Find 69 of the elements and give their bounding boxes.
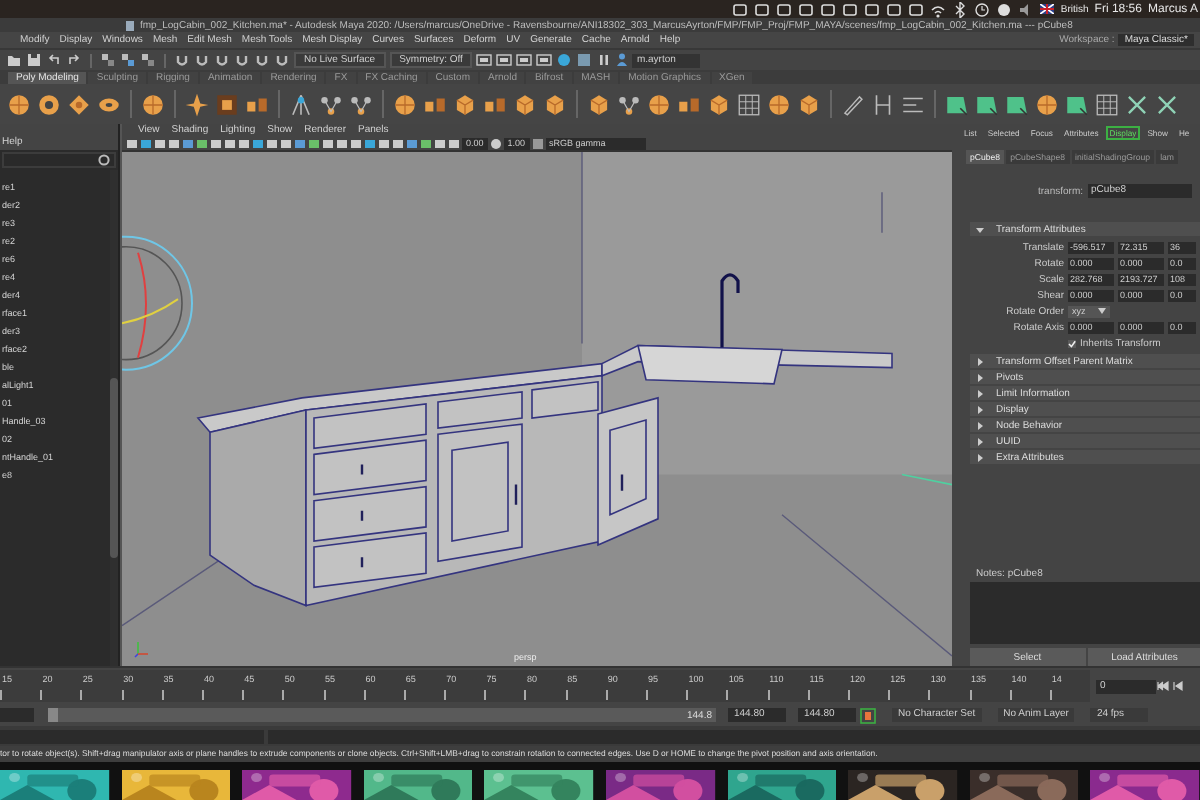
gear-icon [98, 154, 110, 166]
undo-icon[interactable] [46, 52, 62, 68]
sphere-icon[interactable] [556, 52, 573, 68]
sphere-icon[interactable] [140, 91, 166, 117]
axis-indicator-icon [134, 640, 150, 658]
wifi-icon [930, 1, 947, 17]
file-icon [124, 19, 136, 31]
app-status-icon [754, 1, 771, 17]
pencil-icon[interactable] [840, 91, 866, 117]
save-icon[interactable] [26, 52, 42, 68]
shape-icon[interactable] [974, 91, 1000, 117]
bluetooth-icon [952, 1, 969, 17]
sphere-icon[interactable] [1034, 91, 1060, 117]
cube-icon[interactable] [796, 91, 822, 117]
cube-icon[interactable] [706, 91, 732, 117]
shape-icon[interactable] [1064, 91, 1090, 117]
command-field[interactable] [0, 729, 264, 743]
camera-icon[interactable] [224, 137, 236, 149]
scrollbar[interactable] [110, 170, 118, 666]
key-icon[interactable] [860, 707, 876, 723]
gamma-icon[interactable] [489, 137, 502, 149]
checkbox[interactable] [1068, 339, 1076, 347]
sphere-icon[interactable] [6, 91, 32, 117]
person-icon [616, 52, 629, 68]
app-status-icon [886, 1, 903, 17]
star-icon[interactable] [184, 91, 210, 117]
shape-icon[interactable] [1004, 91, 1030, 117]
step-back-icon[interactable] [1170, 680, 1184, 692]
color-space-icon[interactable] [531, 137, 544, 149]
caret-icon [1097, 308, 1106, 314]
nodes-icon[interactable] [616, 91, 642, 117]
grid-icon[interactable] [1094, 91, 1120, 117]
check-icon [1068, 339, 1076, 347]
render-settings-icon[interactable] [576, 52, 593, 68]
redo-icon[interactable] [66, 52, 82, 68]
sphere-icon[interactable] [392, 91, 418, 117]
cube-icon[interactable] [542, 91, 568, 117]
grid-icon[interactable] [736, 91, 762, 117]
cube-icon[interactable] [512, 91, 538, 117]
nodes-icon[interactable] [318, 91, 344, 117]
square-status-icon [820, 1, 837, 17]
circle-icon [996, 1, 1013, 17]
block-icon[interactable] [214, 91, 240, 117]
app-status-icon [842, 1, 859, 17]
search-field[interactable] [2, 152, 116, 168]
clock-icon [974, 1, 991, 17]
cube-icon[interactable] [452, 91, 478, 117]
cross-icon[interactable] [1124, 91, 1150, 117]
square-status-icon [908, 1, 925, 17]
flag-icon [1040, 4, 1055, 14]
square-status-icon [864, 1, 881, 17]
cross-icon[interactable] [1154, 91, 1180, 117]
square-status-icon [776, 1, 793, 17]
cube-icon[interactable] [586, 91, 612, 117]
nodes-icon[interactable] [348, 91, 374, 117]
notes-field[interactable] [970, 582, 1200, 644]
command-result-field[interactable] [268, 729, 1200, 743]
shape-icon[interactable] [944, 91, 970, 117]
skip-back-icon[interactable] [1156, 680, 1170, 692]
app-status-icon [798, 1, 815, 17]
torus-icon[interactable] [36, 91, 62, 117]
sphere-icon[interactable] [646, 91, 672, 117]
expanded-arrow-icon [976, 225, 984, 233]
diamond-icon[interactable] [66, 91, 92, 117]
pause-icon[interactable] [596, 52, 613, 68]
tripod-icon[interactable] [288, 91, 314, 117]
start-time-field[interactable] [0, 708, 34, 722]
sphere-icon[interactable] [766, 91, 792, 117]
square-status-icon [732, 1, 749, 17]
